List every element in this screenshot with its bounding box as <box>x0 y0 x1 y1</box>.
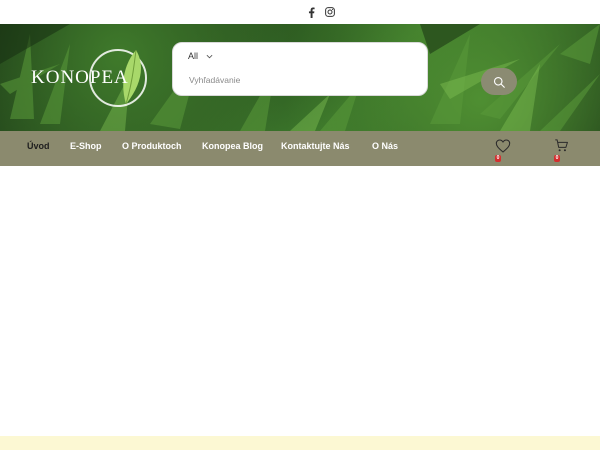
nav-item-uvod[interactable]: Úvod <box>27 141 50 151</box>
nav-item-o-produktoch[interactable]: O Produktoch <box>122 141 182 151</box>
facebook-link[interactable] <box>304 5 318 19</box>
cart-button[interactable]: 0 <box>554 138 570 162</box>
heart-icon <box>495 139 511 153</box>
hero-header: KONOPEA All <box>0 24 600 131</box>
konopea-logo[interactable]: KONOPEA <box>28 42 152 114</box>
main-nav: Úvod E-Shop O Produktoch Konopea Blog Ko… <box>0 131 600 166</box>
instagram-link[interactable] <box>323 5 337 19</box>
top-bar <box>0 0 600 24</box>
wishlist-button[interactable]: 0 <box>495 138 511 162</box>
category-select-value: All <box>188 51 199 61</box>
nav-item-eshop[interactable]: E-Shop <box>70 141 102 151</box>
search-input[interactable] <box>187 71 411 89</box>
wishlist-count-badge: 0 <box>495 155 501 162</box>
main-content <box>0 166 600 436</box>
nav-item-kontaktujte-nas[interactable]: Kontaktujte Nás <box>281 141 350 151</box>
search-button[interactable] <box>481 68 517 95</box>
cart-icon <box>555 139 568 152</box>
instagram-icon <box>325 7 335 17</box>
search-icon <box>493 76 505 88</box>
search-box: All <box>172 42 428 96</box>
bottom-banner-strip <box>0 436 600 450</box>
nav-item-konopea-blog[interactable]: Konopea Blog <box>202 141 263 151</box>
chevron-down-icon <box>206 54 213 58</box>
cart-count-badge: 0 <box>554 155 560 162</box>
logo-text: KONOPEA <box>31 67 129 88</box>
category-select[interactable]: All <box>188 51 213 61</box>
facebook-icon <box>308 6 315 18</box>
nav-item-o-nas[interactable]: O Nás <box>372 141 398 151</box>
